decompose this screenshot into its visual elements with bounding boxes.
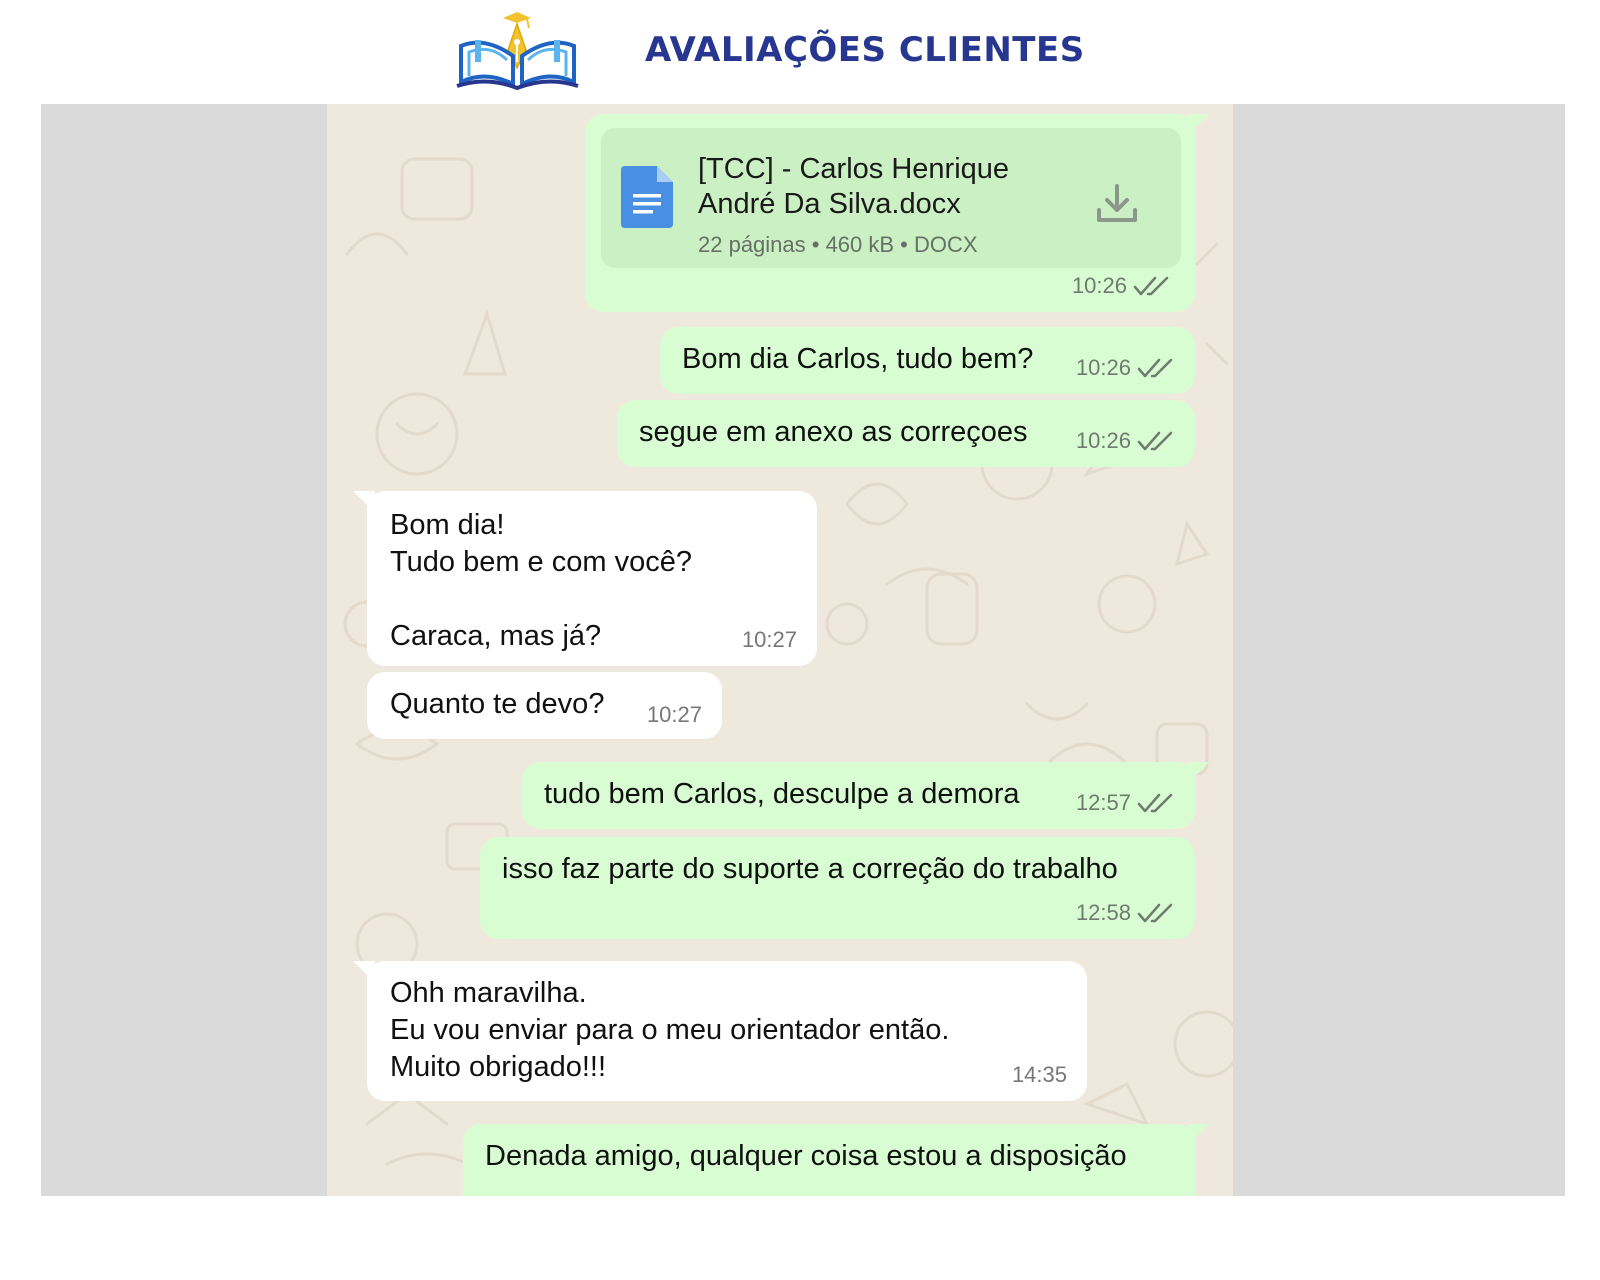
message-text: Quanto te devo? [390,688,605,720]
message-outgoing[interactable]: segue em anexo as correçoes 10:26 [617,400,1195,467]
message-meta: 14:35 [1012,1056,1067,1093]
bubble-tail [353,961,375,983]
message-meta: 10:27 [647,696,702,733]
message-outgoing[interactable]: Bom dia Carlos, tudo bem? 10:26 [660,327,1195,394]
message-time: 12:58 [1075,900,1131,925]
message-incoming[interactable]: Quanto te devo? 10:27 [367,672,722,739]
message-text: segue em anexo as correçoes [639,416,1028,448]
message-time: 10:27 [646,702,702,727]
message-incoming[interactable]: Bom dia! Tudo bem e com você? Caraca, ma… [353,491,817,666]
message-meta: 10:26 [1076,349,1175,386]
open-book-graduation-cap-pen-icon [456,12,579,90]
message-meta: 12:57 [1076,784,1175,821]
bubble-tail [1187,1124,1209,1146]
bubble-tail [353,491,375,513]
message-outgoing[interactable]: isso faz parte do suporte a correção do … [480,837,1195,939]
chat-window[interactable]: [TCC] - Carlos Henrique André Da Silva.d… [327,104,1233,1196]
message-text: Ohh maravilha. Eu vou enviar para o meu … [390,977,950,1083]
double-check-icon [1137,358,1173,377]
bubble-tail [1187,114,1209,136]
double-check-icon [1137,431,1173,450]
message-outgoing[interactable]: Denada amigo, qualquer coisa estou a dis… [463,1124,1209,1196]
message-text: Bom dia! Tudo bem e com você? Caraca, ma… [390,509,692,652]
document-name: [TCC] - Carlos Henrique André Da Silva.d… [698,153,1010,220]
message-time: 10:26 [1071,273,1127,298]
page-title: AVALIAÇÕES CLIENTES [645,30,1085,70]
double-check-icon [1137,793,1173,812]
document-attachment[interactable]: [TCC] - Carlos Henrique André Da Silva.d… [601,128,1181,268]
message-outgoing[interactable]: tudo bem Carlos, desculpe a demora 12:57 [522,762,1209,829]
message-meta: 12:58 [1076,894,1175,931]
document-icon [621,166,673,228]
document-info: 22 páginas • 460 kB • DOCX [698,232,978,257]
message-meta: 10:26 [1072,267,1171,304]
message-text: Bom dia Carlos, tudo bem? [682,343,1034,375]
bubble-tail [1187,762,1209,784]
message-text: tudo bem Carlos, desculpe a demora [544,778,1020,810]
message-meta: 10:26 [1076,422,1175,459]
message-text: isso faz parte do suporte a correção do … [502,853,1118,885]
message-time: 10:27 [741,627,797,652]
message-time: 14:35 [1011,1062,1067,1087]
message-incoming[interactable]: Ohh maravilha. Eu vou enviar para o meu … [353,961,1087,1101]
message-document[interactable]: [TCC] - Carlos Henrique André Da Silva.d… [585,114,1209,312]
double-check-icon [1137,903,1173,922]
header: AVALIAÇÕES CLIENTES [0,0,1600,105]
double-check-icon [1133,276,1169,295]
message-text: Denada amigo, qualquer coisa estou a dis… [485,1140,1127,1172]
message-meta: 10:27 [742,621,797,658]
message-time: 12:57 [1075,790,1131,815]
message-time: 10:26 [1075,428,1131,453]
download-icon[interactable] [1095,182,1139,226]
message-time: 10:26 [1075,355,1131,380]
